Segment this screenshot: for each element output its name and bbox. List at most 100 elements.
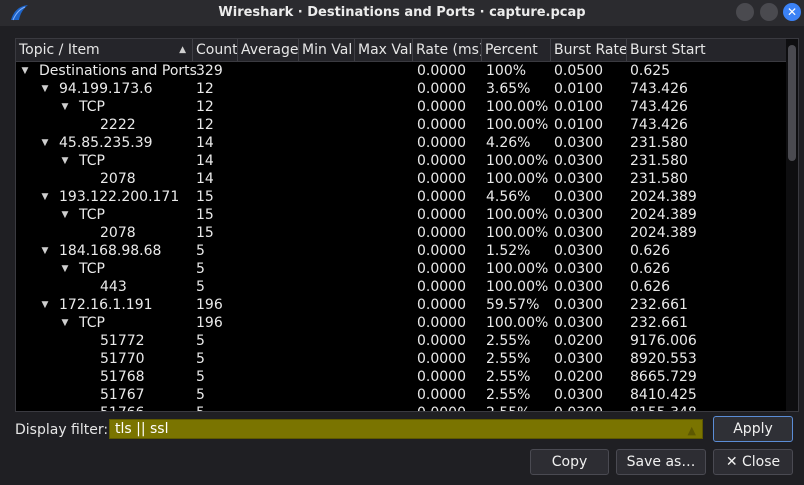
row-rate: 0.0000 xyxy=(417,279,466,295)
tree-row[interactable]: 51772 5 0.0000 2.55% 0.0200 9176.006 xyxy=(16,332,786,350)
row-rate: 0.0000 xyxy=(417,171,466,187)
tree-row[interactable]: 2222 12 0.0000 100.00% 0.0100 743.426 xyxy=(16,116,786,134)
tree-row[interactable]: ▼ TCP 5 0.0000 100.00% 0.0300 0.626 xyxy=(16,260,786,278)
copy-button[interactable]: Copy xyxy=(530,449,609,475)
expand-arrow-down-icon[interactable]: ▼ xyxy=(40,242,50,260)
column-count[interactable]: Count xyxy=(193,39,238,61)
row-count: 15 xyxy=(196,189,214,205)
row-count: 5 xyxy=(196,404,205,411)
row-burst-rate: 0.0200 xyxy=(554,333,603,349)
row-rate: 0.0000 xyxy=(417,369,466,385)
row-item: 2222 xyxy=(100,117,136,133)
row-percent: 100.00% xyxy=(486,171,549,187)
row-count: 12 xyxy=(196,117,214,133)
expand-arrow-down-icon[interactable]: ▼ xyxy=(60,314,70,332)
tree-row[interactable]: 443 5 0.0000 100.00% 0.0300 0.626 xyxy=(16,278,786,296)
expand-arrow-down-icon[interactable]: ▼ xyxy=(40,296,50,314)
save-as-button[interactable]: Save as… xyxy=(616,449,706,475)
row-rate: 0.0000 xyxy=(417,333,466,349)
row-item: 94.199.173.6 xyxy=(59,81,153,97)
row-burst-rate: 0.0300 xyxy=(554,225,603,241)
row-burst-rate: 0.0300 xyxy=(554,135,603,151)
maximize-button[interactable] xyxy=(760,3,778,21)
row-item: 51767 xyxy=(100,387,145,403)
expand-arrow-down-icon[interactable]: ▼ xyxy=(60,98,70,116)
tree-row[interactable]: 51766 5 0.0000 2.55% 0.0300 8155.348 xyxy=(16,404,786,411)
row-rate: 0.0000 xyxy=(417,153,466,169)
row-percent: 4.26% xyxy=(486,135,531,151)
expand-arrow-down-icon[interactable]: ▼ xyxy=(60,206,70,224)
row-burst-start: 231.580 xyxy=(630,135,688,151)
expand-arrow-down-icon[interactable]: ▼ xyxy=(40,188,50,206)
row-percent: 2.55% xyxy=(486,387,531,403)
stats-tree[interactable]: Topic / Item ▲ Count Average Min Val Max … xyxy=(15,38,799,412)
row-rate: 0.0000 xyxy=(417,297,466,313)
tree-row[interactable]: ▼ 94.199.173.6 12 0.0000 3.65% 0.0100 743.426 xyxy=(16,80,786,98)
row-burst-rate: 0.0300 xyxy=(554,207,603,223)
expand-arrow-down-icon[interactable]: ▼ xyxy=(40,80,50,98)
row-burst-start: 8665.729 xyxy=(630,369,697,385)
tree-row[interactable]: 51767 5 0.0000 2.55% 0.0300 8410.425 xyxy=(16,386,786,404)
row-count: 5 xyxy=(196,351,205,367)
row-item: TCP xyxy=(79,207,105,223)
row-burst-start: 232.661 xyxy=(630,297,688,313)
tree-row[interactable]: ▼ 172.16.1.191 196 0.0000 59.57% 0.0300 232.66… xyxy=(16,296,786,314)
row-rate: 0.0000 xyxy=(417,99,466,115)
row-count: 5 xyxy=(196,387,205,403)
column-percent[interactable]: Percent xyxy=(482,39,551,61)
window-close-button[interactable]: ✕ xyxy=(783,3,801,21)
column-max-val[interactable]: Max Val xyxy=(355,39,413,61)
scrollbar-thumb[interactable] xyxy=(788,45,796,161)
row-burst-rate: 0.0100 xyxy=(554,81,603,97)
row-burst-rate: 0.0300 xyxy=(554,153,603,169)
tree-row[interactable]: 2078 14 0.0000 100.00% 0.0300 231.580 xyxy=(16,170,786,188)
column-burst-start[interactable]: Burst Start xyxy=(627,39,798,61)
expand-arrow-down-icon[interactable]: ▼ xyxy=(60,152,70,170)
column-min-val[interactable]: Min Val xyxy=(299,39,355,61)
row-item: 2078 xyxy=(100,171,136,187)
row-burst-rate: 0.0300 xyxy=(554,189,603,205)
row-item: 2078 xyxy=(100,225,136,241)
column-topic[interactable]: Topic / Item ▲ xyxy=(16,39,193,61)
display-filter-value: tls || ssl xyxy=(115,421,169,437)
tree-row[interactable]: 51770 5 0.0000 2.55% 0.0300 8920.553 xyxy=(16,350,786,368)
column-header: Topic / Item ▲ Count Average Min Val Max … xyxy=(16,39,798,62)
column-average[interactable]: Average xyxy=(238,39,299,61)
tree-row[interactable]: ▼ 184.168.98.68 5 0.0000 1.52% 0.0300 0.626 xyxy=(16,242,786,260)
window-title: Wireshark · Destinations and Ports · cap… xyxy=(218,5,586,20)
tree-row[interactable]: ▼ TCP 15 0.0000 100.00% 0.0300 2024.389 xyxy=(16,206,786,224)
tree-row[interactable]: ▼ 45.85.235.39 14 0.0000 4.26% 0.0300 231.580 xyxy=(16,134,786,152)
row-rate: 0.0000 xyxy=(417,404,466,411)
row-count: 15 xyxy=(196,207,214,223)
row-burst-rate: 0.0300 xyxy=(554,315,603,331)
row-burst-start: 743.426 xyxy=(630,81,688,97)
tree-row[interactable]: 51768 5 0.0000 2.55% 0.0200 8665.729 xyxy=(16,368,786,386)
expand-arrow-down-icon[interactable]: ▼ xyxy=(20,62,30,80)
tree-row[interactable]: 2078 15 0.0000 100.00% 0.0300 2024.389 xyxy=(16,224,786,242)
apply-button[interactable]: Apply xyxy=(713,416,793,442)
close-button[interactable]: ✕ Close xyxy=(713,449,793,475)
row-burst-start: 2024.389 xyxy=(630,189,697,205)
row-percent: 100.00% xyxy=(486,261,549,277)
column-rate[interactable]: Rate (ms) xyxy=(413,39,482,61)
expand-arrow-down-icon[interactable]: ▼ xyxy=(40,134,50,152)
tree-row[interactable]: ▼ 193.122.200.171 15 0.0000 4.56% 0.0300 2024.… xyxy=(16,188,786,206)
column-burst-rate[interactable]: Burst Rate xyxy=(551,39,627,61)
tree-row[interactable]: ▼ Destinations and Ports 329 0.0000 100% 0.05… xyxy=(16,62,786,80)
tree-row[interactable]: ▼ TCP 196 0.0000 100.00% 0.0300 232.661 xyxy=(16,314,786,332)
row-burst-rate: 0.0300 xyxy=(554,243,603,259)
expand-arrow-down-icon[interactable]: ▼ xyxy=(60,260,70,278)
row-burst-rate: 0.0300 xyxy=(554,261,603,277)
row-percent: 100.00% xyxy=(486,279,549,295)
vertical-scrollbar[interactable] xyxy=(786,39,798,411)
row-burst-rate: 0.0300 xyxy=(554,297,603,313)
column-topic-label: Topic / Item xyxy=(19,42,100,58)
tree-row[interactable]: ▼ TCP 14 0.0000 100.00% 0.0300 231.580 xyxy=(16,152,786,170)
row-rate: 0.0000 xyxy=(417,63,466,79)
minimize-button[interactable] xyxy=(736,3,754,21)
tree-row[interactable]: ▼ TCP 12 0.0000 100.00% 0.0100 743.426 xyxy=(16,98,786,116)
row-burst-start: 9176.006 xyxy=(630,333,697,349)
row-count: 196 xyxy=(196,315,223,331)
display-filter-input[interactable]: tls || ssl ▲ xyxy=(109,419,703,439)
row-count: 14 xyxy=(196,153,214,169)
